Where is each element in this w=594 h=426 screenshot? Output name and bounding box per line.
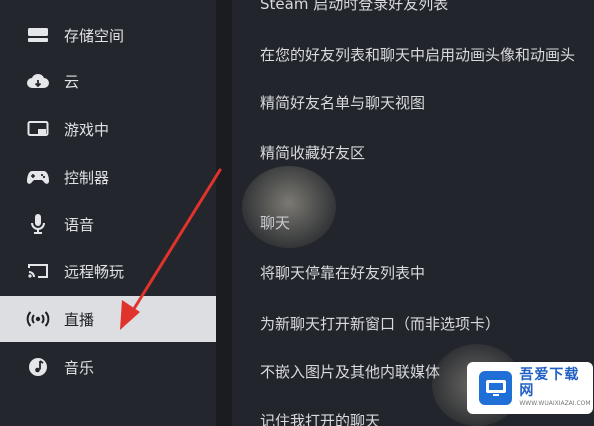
site-watermark: 吾爱下载网 WWW.WUAIXIAZAI.COM (467, 362, 593, 414)
setting-option[interactable]: 精简好友名单与聊天视图 (260, 92, 425, 113)
storage-icon (26, 23, 50, 47)
music-icon (26, 355, 50, 379)
sidebar-item-remote-play[interactable]: 远程畅玩 (0, 248, 216, 294)
setting-option[interactable]: 将聊天停靠在好友列表中 (260, 262, 425, 283)
watermark-url: WWW.WUAIXIAZAI.COM (519, 400, 591, 407)
setting-option[interactable]: Steam 启动时登录好友列表 (260, 0, 448, 14)
sidebar-item-music[interactable]: 音乐 (0, 344, 216, 390)
cloud-icon (26, 69, 50, 93)
controller-icon (26, 165, 50, 189)
watermark-name: 吾爱下载网 (519, 367, 580, 399)
sidebar-item-label: 控制器 (64, 168, 110, 187)
sidebar-item-voice[interactable]: 语音 (0, 201, 216, 247)
watermark-blob (242, 166, 336, 248)
sidebar-item-controller[interactable]: 控制器 (0, 154, 216, 200)
sidebar-item-label: 音乐 (64, 358, 95, 377)
watermark-logo-icon (479, 371, 513, 405)
pane-divider (216, 0, 232, 426)
sidebar-item-cloud[interactable]: 云 (0, 58, 216, 104)
broadcast-icon (26, 307, 50, 331)
remote-play-icon (26, 259, 50, 283)
sidebar-item-storage[interactable]: 存储空间 (0, 12, 216, 58)
setting-option[interactable]: 在您的好友列表和聊天中启用动画头像和动画头 (260, 44, 575, 65)
sidebar-item-label: 云 (64, 72, 80, 91)
setting-option[interactable]: 记住我打开的聊天 (260, 410, 380, 426)
setting-option[interactable]: 不嵌入图片及其他内联媒体 (260, 361, 440, 382)
sidebar-item-in-game[interactable]: 游戏中 (0, 106, 216, 152)
in-game-icon (26, 117, 50, 141)
setting-option[interactable]: 精简收藏好友区 (260, 142, 365, 163)
sidebar-item-label: 直播 (64, 310, 95, 329)
settings-sidebar: 存储空间 云 游戏中 控制器 语音 远程畅玩 直播 音乐 (0, 0, 216, 426)
setting-option[interactable]: 为新聊天打开新窗口（而非选项卡） (260, 313, 500, 334)
microphone-icon (26, 212, 50, 236)
sidebar-item-broadcast[interactable]: 直播 (0, 296, 216, 342)
sidebar-item-label: 游戏中 (64, 120, 110, 139)
sidebar-item-label: 存储空间 (64, 26, 125, 45)
section-title-chat: 聊天 (260, 214, 291, 232)
sidebar-item-label: 语音 (64, 215, 95, 234)
sidebar-item-label: 远程畅玩 (64, 262, 125, 281)
